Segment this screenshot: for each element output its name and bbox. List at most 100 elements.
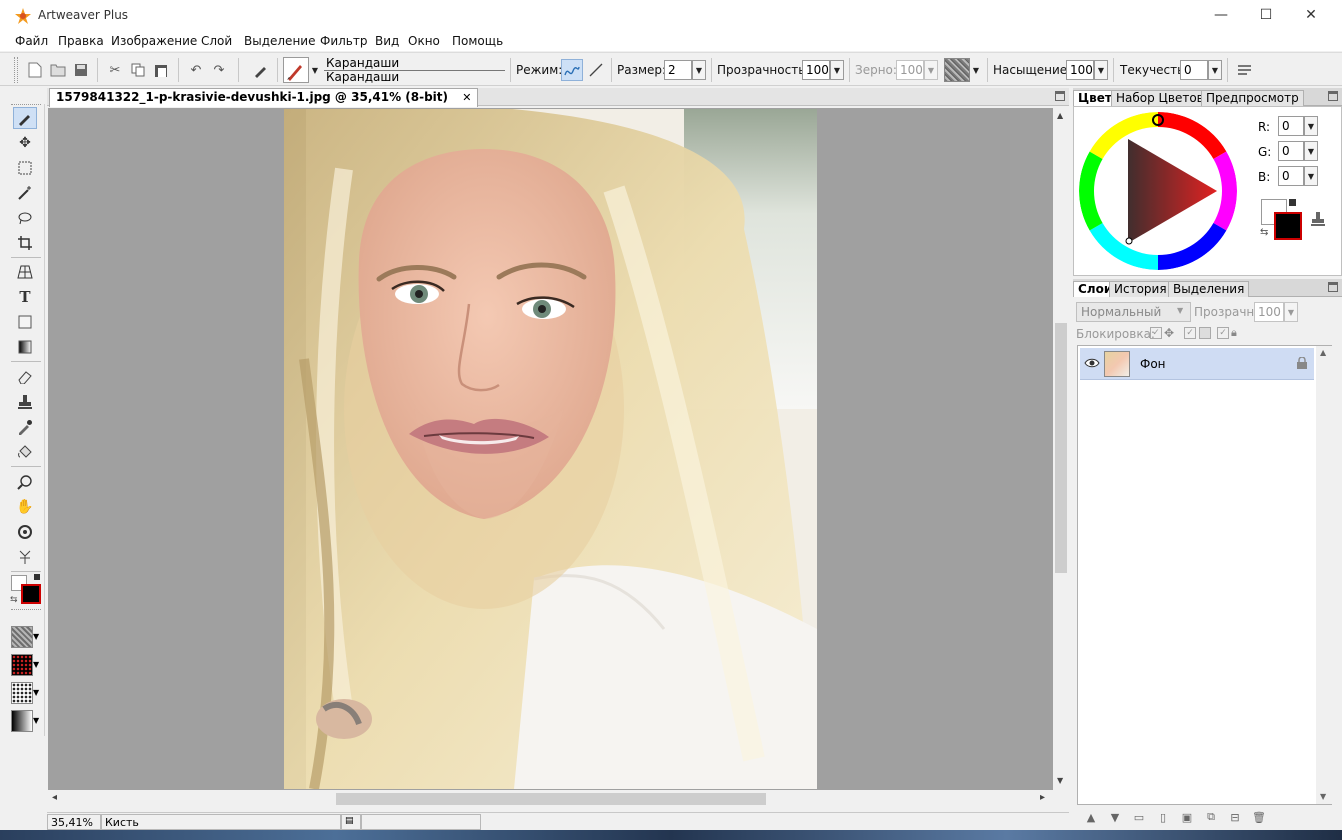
- open-file-icon[interactable]: [47, 59, 69, 81]
- lock-transparency-checkbox[interactable]: ✓: [1150, 327, 1162, 339]
- horizontal-scroll-thumb[interactable]: [336, 793, 766, 805]
- paper-texture-dropdown[interactable]: ▼: [970, 60, 982, 80]
- scroll-left-icon[interactable]: ◂: [52, 792, 57, 803]
- g-input[interactable]: 0: [1278, 141, 1304, 161]
- brush-preset-icon[interactable]: [283, 57, 309, 83]
- layer-mask-icon[interactable]: ▣: [1179, 810, 1195, 824]
- opacity-dropdown[interactable]: ▼: [830, 60, 844, 80]
- close-button[interactable]: ✕: [1288, 0, 1334, 30]
- pattern-preset-icon[interactable]: [11, 654, 33, 676]
- vertical-scrollbar[interactable]: ▲ ▼: [1053, 108, 1069, 790]
- image-canvas[interactable]: [48, 108, 1053, 790]
- brush-icon[interactable]: [13, 107, 37, 129]
- saturation-dropdown[interactable]: ▼: [1094, 60, 1108, 80]
- gradient-preset-icon[interactable]: [11, 710, 33, 732]
- delete-layer-icon[interactable]: 🗑︎: [1251, 810, 1267, 824]
- maximize-button[interactable]: ☐: [1243, 0, 1289, 30]
- crop-icon[interactable]: [13, 232, 37, 254]
- status-info-icon[interactable]: ▤: [341, 814, 361, 830]
- paper-preset-icon[interactable]: [11, 626, 33, 648]
- new-layer-icon[interactable]: ▯: [1155, 810, 1171, 824]
- magic-wand-icon[interactable]: [13, 182, 37, 204]
- layers-panel-menu-icon[interactable]: [1328, 282, 1338, 292]
- text-icon[interactable]: T: [13, 286, 37, 308]
- menu-image[interactable]: Изображение: [111, 34, 197, 48]
- lock-all-checkbox[interactable]: ✓: [1217, 327, 1229, 339]
- horizontal-scrollbar[interactable]: ◂ ▸: [48, 790, 1053, 807]
- layer-name[interactable]: Фон: [1140, 357, 1166, 371]
- layer-row[interactable]: Фон: [1080, 348, 1314, 380]
- fill-icon[interactable]: [13, 441, 37, 463]
- eye-icon[interactable]: [1084, 357, 1100, 371]
- fluidity-dropdown[interactable]: ▼: [1208, 60, 1222, 80]
- move-layer-down-icon[interactable]: ▼: [1107, 810, 1123, 824]
- save-file-icon[interactable]: [70, 59, 92, 81]
- menu-window[interactable]: Окно: [408, 34, 440, 48]
- paper-texture-icon[interactable]: [944, 58, 970, 82]
- color-background-swatch[interactable]: [1274, 212, 1302, 240]
- gradient-preset-dropdown[interactable]: ▼: [33, 716, 39, 725]
- toolbar-grip[interactable]: [14, 57, 18, 83]
- layer-opacity-dropdown[interactable]: ▼: [1284, 302, 1298, 322]
- perspective-icon[interactable]: [13, 261, 37, 283]
- move-layer-up-icon[interactable]: ▲: [1083, 810, 1099, 824]
- merge-layer-icon[interactable]: ⊟: [1227, 810, 1243, 824]
- brush-preset-dropdown[interactable]: ▼: [309, 60, 321, 80]
- stamp-icon[interactable]: [13, 391, 37, 413]
- scroll-up-icon[interactable]: ▲: [1057, 111, 1063, 120]
- lasso-icon[interactable]: [13, 207, 37, 229]
- layers-scrollbar[interactable]: ▲ ▼: [1316, 346, 1332, 804]
- menu-help[interactable]: Помощь: [452, 34, 503, 48]
- eraser-icon[interactable]: [13, 366, 37, 388]
- blend-mode-select[interactable]: Нормальный: [1076, 302, 1191, 322]
- hand-icon[interactable]: ✋: [13, 496, 37, 518]
- copy-icon[interactable]: [127, 59, 149, 81]
- color-swap-icon[interactable]: ⇆: [1260, 227, 1268, 238]
- brush-tool-icon[interactable]: [250, 59, 272, 81]
- brush-variant[interactable]: Карандаши: [326, 70, 399, 84]
- g-dropdown[interactable]: ▼: [1304, 141, 1318, 161]
- color-default-icon[interactable]: [1289, 199, 1296, 206]
- r-dropdown[interactable]: ▼: [1304, 116, 1318, 136]
- duplicate-layer-icon[interactable]: ⧉: [1203, 810, 1219, 824]
- rotate-icon[interactable]: [13, 521, 37, 543]
- color-stamp-icon[interactable]: [1310, 211, 1326, 227]
- vertical-scroll-thumb[interactable]: [1055, 323, 1067, 573]
- brush-settings-icon[interactable]: [1234, 59, 1256, 81]
- lock-pixels-checkbox[interactable]: ✓: [1184, 327, 1196, 339]
- minimize-button[interactable]: —: [1198, 0, 1244, 30]
- scroll-right-icon[interactable]: ▸: [1040, 792, 1045, 803]
- document-tab[interactable]: 1579841322_1-p-krasivie-devushki-1.jpg @…: [49, 88, 479, 107]
- rect-select-icon[interactable]: [13, 157, 37, 179]
- close-tab-icon[interactable]: ✕: [462, 91, 471, 104]
- panel-menu-icon[interactable]: [1055, 91, 1065, 101]
- undo-icon[interactable]: ↶: [185, 59, 207, 81]
- tab-selections[interactable]: Выделения: [1168, 281, 1250, 297]
- shape-icon[interactable]: [13, 311, 37, 333]
- grain-dropdown[interactable]: ▼: [924, 60, 938, 80]
- new-file-icon[interactable]: [24, 59, 46, 81]
- color-panel-menu-icon[interactable]: [1328, 91, 1338, 101]
- size-dropdown[interactable]: ▼: [692, 60, 706, 80]
- menu-filter[interactable]: Фильтр: [320, 34, 367, 48]
- color-wheel[interactable]: [1079, 112, 1237, 270]
- background-swatch[interactable]: [21, 584, 41, 604]
- gradient-icon[interactable]: [13, 336, 37, 358]
- b-input[interactable]: 0: [1278, 166, 1304, 186]
- menu-layer[interactable]: Слой: [201, 34, 232, 48]
- warp-icon[interactable]: [13, 546, 37, 568]
- tab-history[interactable]: История: [1109, 281, 1172, 297]
- default-colors-icon[interactable]: [34, 574, 40, 580]
- freehand-mode-icon[interactable]: [561, 59, 583, 81]
- eyedropper-icon[interactable]: [13, 416, 37, 438]
- zoom-readout[interactable]: 35,41%: [47, 814, 101, 830]
- fluidity-input[interactable]: 0: [1180, 60, 1208, 80]
- opacity-input[interactable]: 100: [802, 60, 830, 80]
- new-group-icon[interactable]: ▭: [1131, 810, 1147, 824]
- grain-input[interactable]: 100: [896, 60, 924, 80]
- zoom-icon[interactable]: [13, 471, 37, 493]
- brush-tip-preset-icon[interactable]: [11, 682, 33, 704]
- b-dropdown[interactable]: ▼: [1304, 166, 1318, 186]
- paper-preset-dropdown[interactable]: ▼: [33, 632, 39, 641]
- straight-line-mode-icon[interactable]: [585, 59, 607, 81]
